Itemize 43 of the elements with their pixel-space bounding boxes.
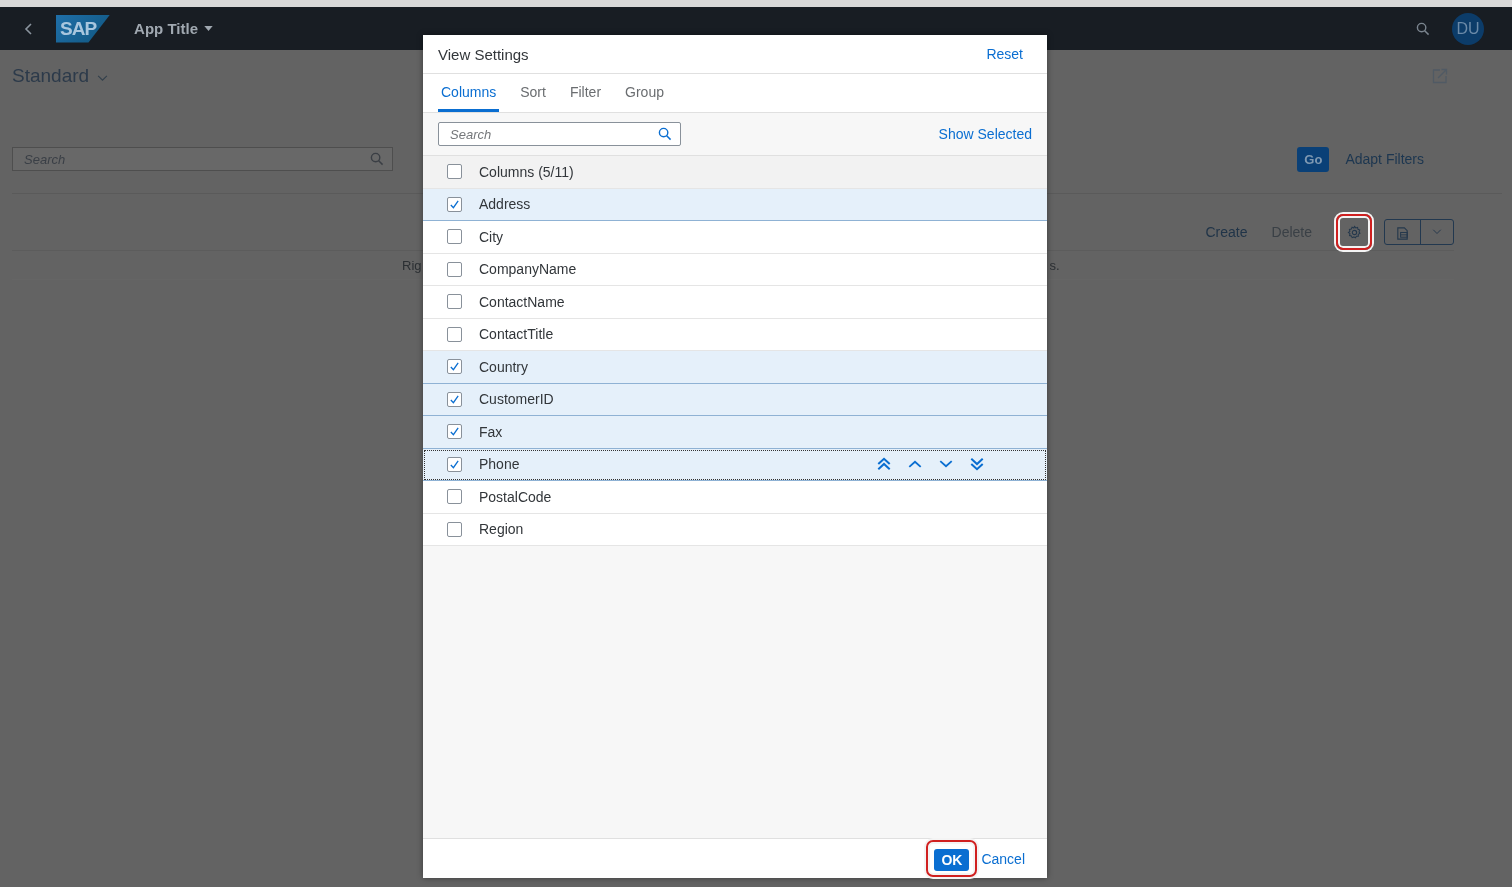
move-to-bottom-icon[interactable] [969, 456, 985, 473]
logo: SAP [56, 14, 111, 43]
caret-icon [203, 26, 213, 31]
settings-icon [1346, 224, 1362, 240]
list-item[interactable]: Phone [423, 448, 1047, 481]
app-title-menu[interactable]: App Title [134, 20, 213, 37]
checkbox[interactable] [447, 261, 462, 277]
chevron-down-icon [1432, 229, 1442, 235]
list-item[interactable]: Address [423, 188, 1047, 221]
user-avatar[interactable]: DU [1452, 12, 1484, 45]
checkbox[interactable] [447, 424, 462, 440]
dialog-title: View Settings [438, 45, 529, 63]
checkbox[interactable] [447, 489, 462, 505]
tab[interactable]: Filter [566, 74, 605, 112]
cancel-button[interactable]: Cancel [981, 850, 1025, 867]
checkbox[interactable] [447, 521, 462, 537]
tab[interactable]: Group [622, 74, 667, 112]
reset-button[interactable]: Reset [986, 46, 1023, 62]
chevron-down-icon [97, 74, 109, 82]
search-icon[interactable] [1416, 21, 1430, 36]
back-icon[interactable] [24, 21, 34, 36]
checkbox[interactable] [447, 456, 462, 472]
list-item[interactable]: Fax [423, 416, 1047, 449]
document-icon [1395, 224, 1410, 240]
list-item[interactable]: Country [423, 351, 1047, 384]
search-icon [370, 152, 384, 166]
checkbox[interactable] [447, 391, 462, 407]
checkbox[interactable] [447, 164, 462, 180]
checkbox[interactable] [447, 229, 462, 245]
checkbox[interactable] [447, 294, 462, 310]
list-header-label: Columns (5/11) [479, 163, 574, 180]
tab[interactable]: Columns [438, 74, 500, 112]
checkbox[interactable] [447, 326, 462, 342]
checkbox[interactable] [447, 196, 462, 212]
go-button[interactable]: Go [1297, 146, 1330, 172]
list-item[interactable]: CustomerID [423, 383, 1047, 416]
ok-button[interactable]: OK [934, 849, 970, 871]
checkbox[interactable] [447, 359, 462, 375]
tab[interactable]: Sort [517, 74, 549, 112]
table-message-text: Rig [402, 257, 422, 273]
show-selected-button[interactable]: Show Selected [938, 126, 1032, 142]
search-field[interactable]: Search [438, 122, 681, 146]
search-icon [658, 127, 672, 141]
